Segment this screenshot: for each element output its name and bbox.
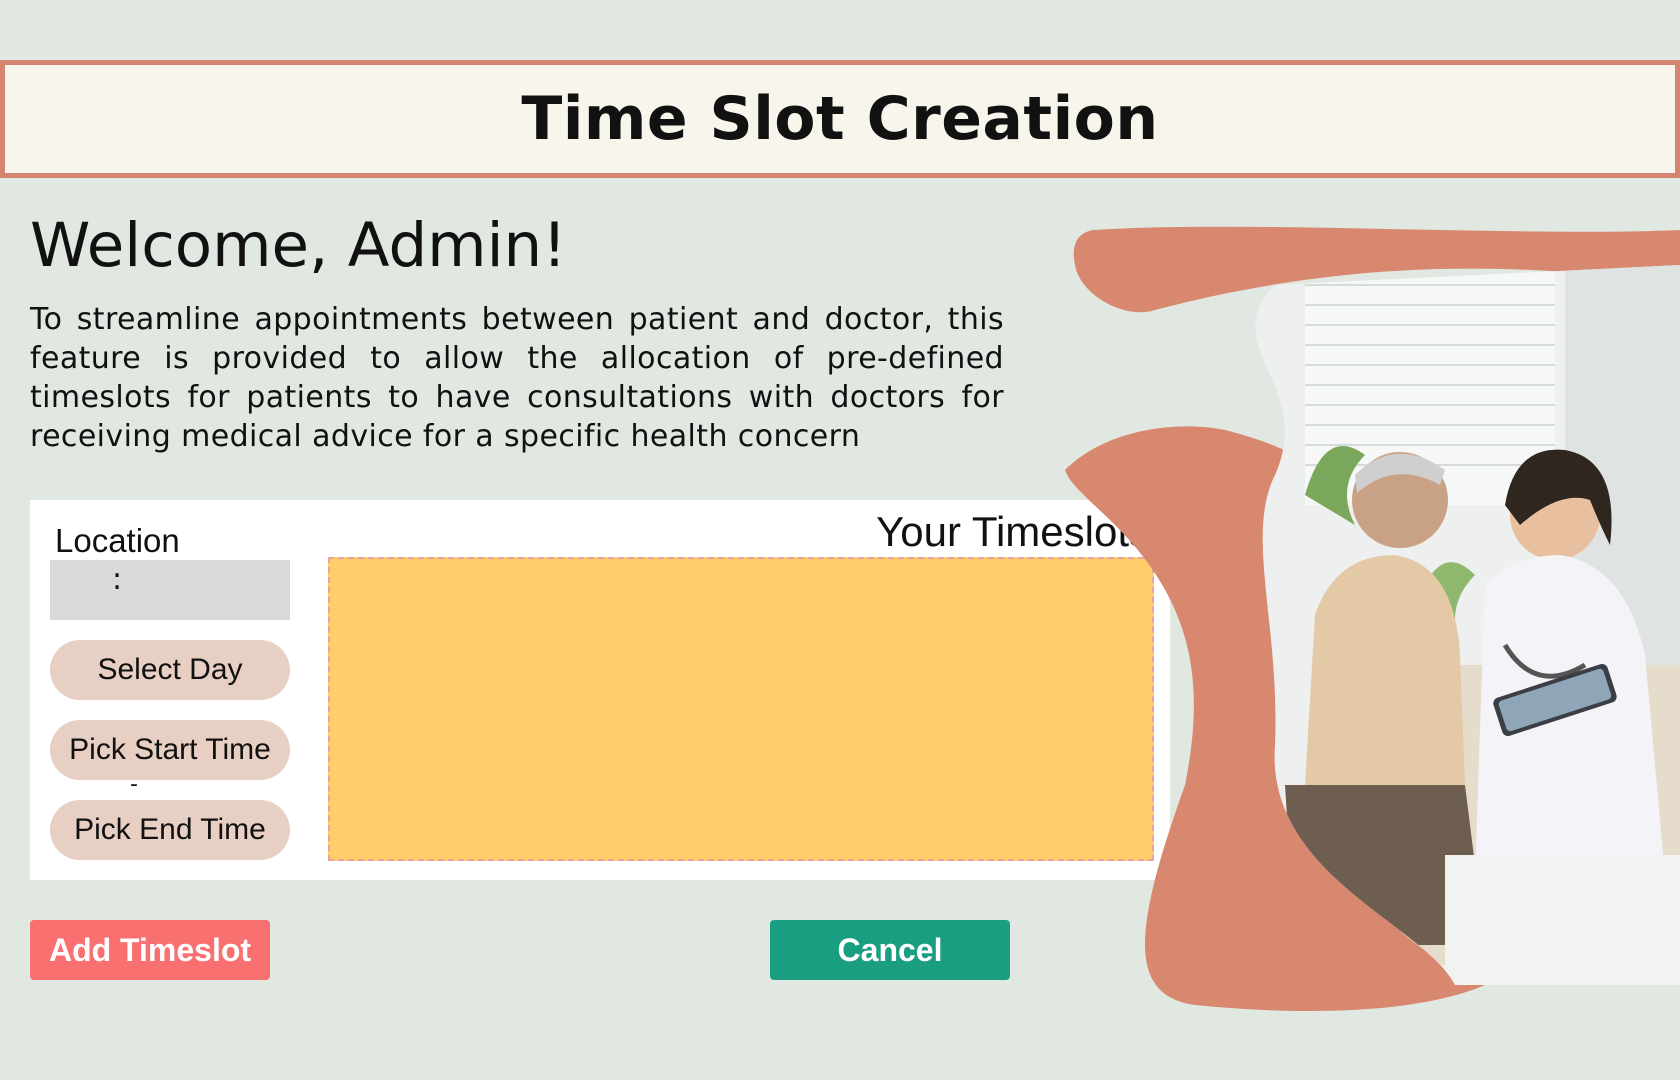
location-label: Location: [55, 522, 180, 559]
pick-start-time-button[interactable]: Pick Start Time: [50, 720, 290, 780]
intro-text: To streamline appointments between patie…: [30, 302, 1004, 454]
location-field[interactable]: :: [50, 560, 290, 620]
cancel-button[interactable]: Cancel: [770, 920, 1010, 980]
select-day-button[interactable]: Select Day: [50, 640, 290, 700]
pick-end-time-button[interactable]: Pick End Time: [50, 800, 290, 860]
add-timeslot-button[interactable]: Add Timeslot: [30, 920, 270, 980]
welcome-heading: Welcome, Admin!: [30, 210, 567, 281]
doctor-patient-consultation-photo: [1065, 225, 1680, 1015]
page-title: Time Slot Creation: [521, 84, 1159, 154]
timeslots-list: [328, 557, 1154, 861]
page-header: Time Slot Creation: [0, 60, 1680, 178]
timeslot-panel: Location : Select Day Pick Start Time Pi…: [30, 500, 1170, 880]
time-separator: -: [130, 772, 138, 797]
